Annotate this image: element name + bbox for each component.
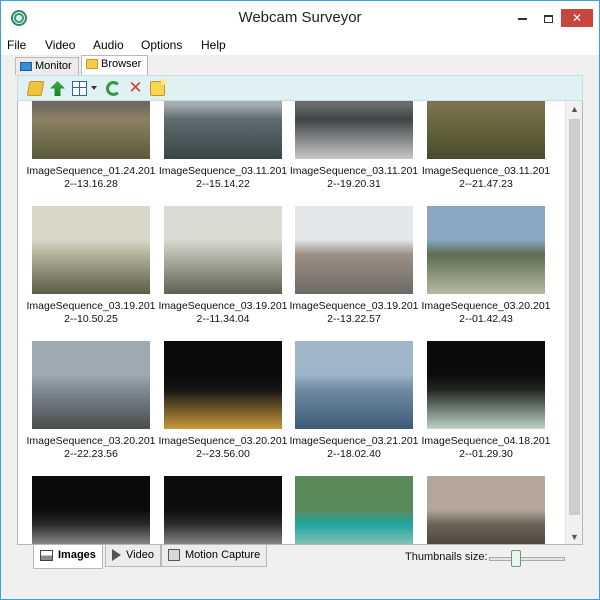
thumbnail-image[interactable] [427, 341, 545, 429]
thumbnail-caption-line1: ImageSequence_04.18.201 [421, 435, 551, 447]
thumbnail-grid: ImageSequence_01.24.201 2--13.16.28 ImageS… [18, 101, 566, 544]
thumbnail-image[interactable] [295, 341, 413, 429]
vertical-scrollbar[interactable]: ▲ ▼ [565, 101, 582, 544]
app-window: Webcam Surveyor ✕ File Video Audio Optio… [0, 0, 600, 600]
browser-toolbar: ✕ [17, 75, 583, 101]
play-icon [112, 549, 121, 562]
thumbnail-caption-line1: ImageSequence_03.19.201 [26, 300, 156, 312]
thumbnail-caption-line2: 2--19.20.31 [327, 178, 381, 190]
view-mode-dropdown-icon[interactable] [91, 86, 97, 90]
thumbnail-caption-line2: 2--01.29.30 [459, 448, 513, 460]
motion-capture-icon [168, 549, 180, 562]
thumbnail-image[interactable] [32, 476, 150, 544]
scroll-thumb[interactable] [569, 119, 580, 515]
scroll-up-icon[interactable]: ▲ [566, 101, 582, 117]
open-folder-icon[interactable] [26, 81, 45, 96]
thumbnail-image[interactable] [427, 101, 545, 159]
thumbnail-image[interactable] [427, 476, 545, 544]
thumbnail-caption-line1: ImageSequence_01.24.201 [26, 165, 156, 177]
thumbnail-caption-line2: 2--23.56.00 [196, 448, 250, 460]
delete-icon[interactable]: ✕ [128, 79, 143, 96]
thumbnail-caption-line1: ImageSequence_03.11.201 [421, 165, 551, 177]
menu-options[interactable]: Options [141, 38, 182, 52]
tab-video[interactable]: Video [105, 545, 161, 567]
tab-motion-capture[interactable]: Motion Capture [161, 545, 268, 567]
thumbnail-caption-line1: ImageSequence_03.19.201 [289, 300, 419, 312]
thumbnail-caption-line2: 2--15.14.22 [196, 178, 250, 190]
thumbnail-image[interactable] [295, 101, 413, 159]
thumbnail-caption-line2: 2--22.23.56 [64, 448, 118, 460]
menu-help[interactable]: Help [201, 38, 226, 52]
monitor-icon [20, 61, 32, 71]
maximize-button[interactable] [535, 9, 561, 27]
minimize-button[interactable] [509, 9, 535, 27]
menu-bar: File Video Audio Options Help [1, 35, 599, 55]
tab-monitor[interactable]: Monitor [15, 57, 79, 75]
thumbnail-image[interactable] [32, 341, 150, 429]
thumbnail-caption-line2: 2--11.34.04 [196, 313, 250, 325]
menu-video[interactable]: Video [45, 38, 75, 52]
up-folder-icon[interactable] [50, 81, 65, 96]
title-bar[interactable]: Webcam Surveyor ✕ [1, 1, 599, 35]
thumbnail-caption-line1: ImageSequence_03.20.201 [421, 300, 551, 312]
minimize-icon [517, 17, 527, 20]
scroll-down-icon[interactable]: ▼ [566, 529, 582, 544]
thumbnail-image[interactable] [295, 476, 413, 544]
thumbnail-caption-line2: 2--18.02.40 [327, 448, 381, 460]
thumbnail-size-slider-handle[interactable] [510, 550, 521, 567]
tab-images-label: Images [58, 549, 96, 561]
thumbnail-image[interactable] [164, 101, 282, 159]
thumbnail-caption-line1: ImageSequence_03.20.201 [158, 435, 288, 447]
thumbnail-caption-line2: 2--13.16.28 [64, 178, 118, 190]
thumbnail-image[interactable] [164, 206, 282, 294]
thumbnail-image[interactable] [32, 101, 150, 159]
menu-audio[interactable]: Audio [93, 38, 124, 52]
thumbnail-caption-line1: ImageSequence_03.19.201 [158, 300, 288, 312]
image-icon [40, 549, 53, 561]
tab-browser-label: Browser [101, 58, 142, 70]
thumbnail-caption-line1: ImageSequence_03.21.201 [289, 435, 419, 447]
thumbnail-size-slider[interactable] [489, 557, 565, 561]
view-mode-icon[interactable] [72, 81, 87, 96]
thumbnail-image[interactable] [295, 206, 413, 294]
thumbnail-image[interactable] [164, 476, 282, 544]
tab-monitor-label: Monitor [35, 60, 72, 72]
new-folder-icon[interactable] [150, 79, 167, 96]
menu-file[interactable]: File [7, 38, 26, 52]
close-icon: ✕ [571, 11, 583, 25]
thumbnail-browser: ImageSequence_01.24.201 2--13.16.28 ImageS… [17, 101, 583, 545]
thumbnail-caption-line2: 2--01.42.43 [459, 313, 513, 325]
thumbnail-caption-line2: 2--10.50.25 [64, 313, 118, 325]
tab-video-label: Video [126, 549, 154, 561]
thumbnail-size-label: Thumbnails size: [405, 551, 488, 563]
close-button[interactable]: ✕ [561, 9, 593, 27]
refresh-icon[interactable] [106, 81, 121, 96]
thumbnail-caption-line2: 2--21.47.23 [459, 178, 513, 190]
tab-images[interactable]: Images [33, 545, 103, 569]
thumbnail-caption-line1: ImageSequence_03.11.201 [158, 165, 288, 177]
thumbnail-image[interactable] [427, 206, 545, 294]
thumbnail-image[interactable] [164, 341, 282, 429]
thumbnail-image[interactable] [32, 206, 150, 294]
tab-motion-capture-label: Motion Capture [185, 549, 261, 561]
thumbnail-caption-line1: ImageSequence_03.11.201 [289, 165, 419, 177]
folder-icon [86, 59, 98, 70]
tab-browser[interactable]: Browser [81, 55, 149, 76]
thumbnail-caption-line1: ImageSequence_03.20.201 [26, 435, 156, 447]
thumbnail-caption-line2: 2--13.22.57 [327, 313, 381, 325]
maximize-icon [543, 14, 553, 23]
